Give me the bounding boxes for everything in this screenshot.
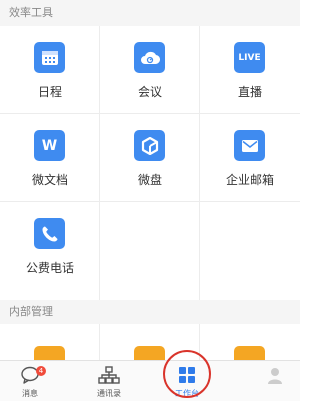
tool-label: 微盘	[137, 173, 162, 187]
tool-doc[interactable]: W 微文档	[0, 114, 100, 202]
phone-icon	[34, 218, 65, 249]
person-icon	[245, 366, 305, 386]
doc-icon: W	[34, 130, 65, 161]
tool-live[interactable]: LIVE 直播	[200, 26, 300, 114]
cloud-meeting-icon	[134, 42, 165, 73]
tool-label: 公费电话	[25, 261, 74, 275]
org-chart-icon	[79, 366, 139, 386]
live-icon: LIVE	[234, 42, 265, 73]
internal-item[interactable]	[200, 324, 300, 360]
mail-icon	[234, 130, 265, 161]
empty-cell	[200, 202, 300, 300]
tool-label: 企业邮箱	[225, 173, 274, 187]
tool-label: 微文档	[31, 173, 68, 187]
tab-contacts[interactable]: 通讯录	[79, 361, 139, 401]
tool-meeting[interactable]: 会议	[100, 26, 200, 114]
internal-app-icon	[34, 346, 65, 360]
tool-drive[interactable]: 微盘	[100, 114, 200, 202]
tab-me[interactable]	[245, 361, 305, 401]
tool-label: 日程	[37, 85, 62, 99]
tool-calendar[interactable]: 日程	[0, 26, 100, 114]
internal-app-icon	[134, 346, 165, 360]
bottom-tab-bar: 4 消息 通讯录 工作台	[0, 360, 300, 401]
tab-label: 消息	[22, 389, 38, 398]
chat-bubble-icon	[0, 366, 60, 386]
section-header-internal-management: 内部管理	[0, 300, 300, 324]
internal-grid	[0, 324, 300, 360]
empty-cell	[100, 202, 200, 300]
internal-app-icon	[234, 346, 265, 360]
unread-badge: 4	[36, 366, 46, 376]
section-header-efficiency-tools: 效率工具	[0, 0, 300, 26]
section-title: 效率工具	[9, 6, 53, 19]
tool-label: 直播	[237, 85, 262, 99]
tool-phone[interactable]: 公费电话	[0, 202, 100, 300]
tool-grid: 日程 会议 LIVE 直播 W 微文档 微盘 企业邮箱 公费电话	[0, 26, 300, 300]
tool-mail[interactable]: 企业邮箱	[200, 114, 300, 202]
drive-icon	[134, 130, 165, 161]
calendar-icon	[34, 42, 65, 73]
tab-messages[interactable]: 4 消息	[0, 361, 60, 401]
tool-label: 会议	[137, 85, 162, 99]
highlight-ring	[163, 350, 211, 398]
internal-item[interactable]	[0, 324, 100, 360]
section-title: 内部管理	[9, 305, 53, 318]
tab-label: 通讯录	[97, 389, 121, 398]
